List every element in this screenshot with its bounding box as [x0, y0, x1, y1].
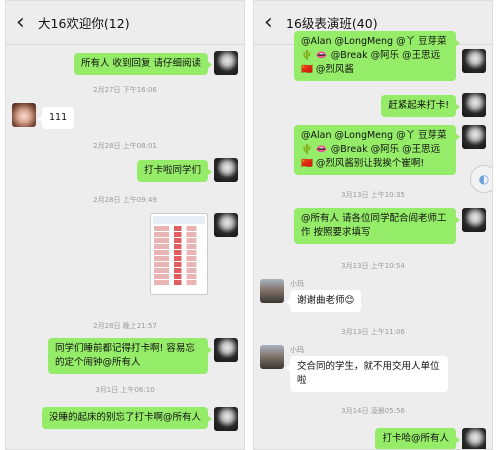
- chat-header: ‹ 大16欢迎你(12): [6, 1, 244, 45]
- message-bubble[interactable]: @Alan @LongMeng @丫 豆芽菜 🌵 👄 @Break @阿乐 @王…: [294, 31, 460, 81]
- message-bubble[interactable]: 赶紧起来打卡!: [381, 95, 460, 117]
- message-bubble[interactable]: @Alan @LongMeng @丫 豆芽菜 🌵 👄 @Break @阿乐 @王…: [294, 125, 460, 175]
- timestamp: 2月28日 晚上21:57: [93, 322, 157, 330]
- avatar[interactable]: [462, 208, 486, 232]
- avatar[interactable]: [214, 158, 238, 182]
- message-bubble[interactable]: 交合同的学生，就不用交用人单位啦: [286, 356, 448, 392]
- timestamp: 3月14日 凌晨05:56: [341, 407, 405, 415]
- message-bubble[interactable]: 打卡啦同学们: [136, 160, 213, 182]
- timestamp: 3月1日 上午06:10: [95, 386, 155, 394]
- floating-assistant-icon[interactable]: ◐: [470, 165, 492, 193]
- avatar[interactable]: [462, 49, 486, 73]
- avatar[interactable]: [260, 279, 284, 303]
- timestamp: 3月13日 上午10:35: [341, 191, 405, 199]
- sender-name: 小玛: [290, 346, 304, 354]
- message-list[interactable]: 所有人 收到回复 请仔细阅读 2月27日 下午16:06 111 2月28日 上…: [6, 45, 244, 449]
- message-list[interactable]: @Alan @LongMeng @丫 豆芽菜 🌵 👄 @Break @阿乐 @王…: [254, 31, 492, 449]
- back-chevron-icon[interactable]: ‹: [264, 11, 282, 34]
- avatar[interactable]: [214, 338, 238, 362]
- avatar[interactable]: [462, 428, 486, 449]
- message-bubble[interactable]: 同学们睡前都记得打卡啊! 容易忘的定个闹钟@所有人: [48, 338, 212, 374]
- chat-window-left: ‹ 大16欢迎你(12) 所有人 收到回复 请仔细阅读 2月27日 下午16:0…: [5, 0, 245, 450]
- avatar[interactable]: [260, 345, 284, 369]
- avatar[interactable]: [214, 213, 238, 237]
- message-bubble[interactable]: 111: [37, 107, 75, 129]
- chat-title: 16级表演班(40): [286, 16, 378, 31]
- avatar[interactable]: [462, 93, 486, 117]
- message-bubble[interactable]: @所有人 请各位同学配合阎老师工作 按照要求填写: [294, 208, 460, 244]
- avatar[interactable]: [214, 51, 238, 75]
- chat-title: 大16欢迎你(12): [38, 16, 130, 31]
- avatar[interactable]: [12, 103, 36, 127]
- timestamp: 3月13日 上午11:06: [341, 328, 405, 336]
- timestamp: 2月27日 下午16:06: [93, 86, 157, 94]
- sender-name: 小玛: [290, 280, 304, 288]
- avatar[interactable]: [214, 407, 238, 431]
- message-bubble[interactable]: 谢谢曲老师😊: [285, 290, 362, 312]
- chat-window-right: ‹ 16级表演班(40) @Alan @LongMeng @丫 豆芽菜 🌵 👄 …: [253, 0, 493, 450]
- avatar[interactable]: [462, 125, 486, 149]
- message-bubble[interactable]: 所有人 收到回复 请仔细阅读: [73, 53, 213, 75]
- timestamp: 2月28日 上午08:01: [93, 142, 157, 150]
- timestamp: 2月28日 上午09:49: [93, 196, 157, 204]
- timestamp: 3月13日 上午10:54: [341, 262, 405, 270]
- message-bubble[interactable]: 没睡的起床的别忘了打卡啊@所有人: [41, 407, 213, 429]
- image-thumbnail[interactable]: [150, 213, 208, 295]
- message-bubble[interactable]: 打卡哈@所有人: [375, 428, 460, 449]
- back-chevron-icon[interactable]: ‹: [16, 11, 34, 34]
